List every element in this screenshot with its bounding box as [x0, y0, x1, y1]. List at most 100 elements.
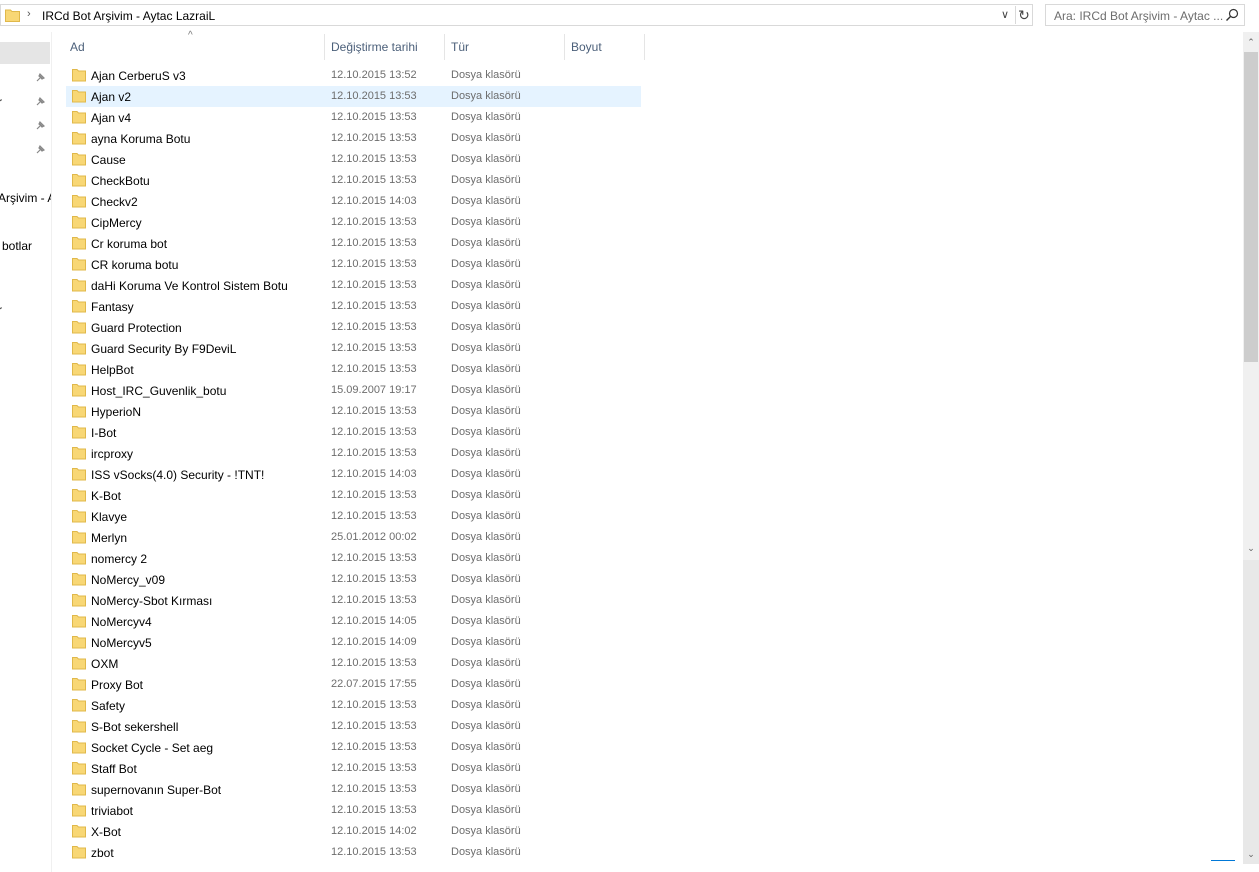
file-name[interactable]: nomercy 2 [91, 552, 147, 566]
nav-item-label[interactable]: Arşivim - A [0, 191, 51, 205]
file-row[interactable]: S-Bot sekershell 12.10.2015 13:53 Dosya kl… [66, 716, 641, 737]
file-row[interactable]: ircproxy 12.10.2015 13:53 Dosya klasörü [66, 443, 641, 464]
file-row[interactable]: ISS vSocks(4.0) Security - !TNT! 12.10.20… [66, 464, 641, 485]
file-row[interactable]: HyperioN 12.10.2015 13:53 Dosya klasörü [66, 401, 641, 422]
file-row[interactable]: NoMercy_v09 12.10.2015 13:53 Dosya klasörü [66, 569, 641, 590]
file-name[interactable]: Guard Protection [91, 321, 182, 335]
address-bar[interactable]: › IRCd Bot Arşivim - Aytac LazraiL ∨ ↻ [0, 4, 1033, 26]
file-name[interactable]: ayna Koruma Botu [91, 132, 190, 146]
file-name[interactable]: CR koruma botu [91, 258, 178, 272]
file-row[interactable]: Ajan v4 12.10.2015 13:53 Dosya klasörü [66, 107, 641, 128]
file-name[interactable]: NoMercy-Sbot Kırması [91, 594, 212, 608]
vertical-scrollbar[interactable]: ⌃ ⌄ ⌄ [1243, 32, 1259, 864]
file-name[interactable]: zbot [91, 846, 114, 860]
file-name[interactable]: NoMercyv4 [91, 615, 152, 629]
scroll-down-arrow-icon[interactable]: ⌄ [1243, 540, 1259, 556]
file-name[interactable]: K-Bot [91, 489, 121, 503]
file-name[interactable]: ircproxy [91, 447, 133, 461]
file-row[interactable]: Host_IRC_Guvenlik_botu 15.09.2007 19:17 Do… [66, 380, 641, 401]
file-name[interactable]: HelpBot [91, 363, 134, 377]
scrollbar-thumb[interactable] [1244, 52, 1258, 362]
file-name[interactable]: ISS vSocks(4.0) Security - !TNT! [91, 468, 264, 482]
file-name[interactable]: Checkv2 [91, 195, 138, 209]
scroll-down-arrow-icon[interactable]: ⌄ [1243, 846, 1259, 862]
file-row[interactable]: Merlyn 25.01.2012 00:02 Dosya klasörü [66, 527, 641, 548]
chevron-down-icon[interactable]: ∨ [997, 7, 1013, 23]
pin-icon[interactable] [34, 96, 46, 108]
file-name[interactable]: CipMercy [91, 216, 142, 230]
pin-icon[interactable] [34, 144, 46, 156]
file-name[interactable]: Guard Security By F9DeviL [91, 342, 236, 356]
file-name[interactable]: Merlyn [91, 531, 127, 545]
file-name[interactable]: Cause [91, 153, 126, 167]
column-header-type[interactable]: Tür [451, 40, 469, 54]
file-row[interactable]: Fantasy 12.10.2015 13:53 Dosya klasörü [66, 296, 641, 317]
search-placeholder[interactable]: Ara: IRCd Bot Arşivim - Aytac ... [1054, 9, 1223, 23]
file-row[interactable]: NoMercyv4 12.10.2015 14:05 Dosya klasörü [66, 611, 641, 632]
nav-item-label[interactable]: r [0, 303, 2, 317]
refresh-icon[interactable]: ↻ [1015, 6, 1032, 24]
file-row[interactable]: Checkv2 12.10.2015 14:03 Dosya klasörü [66, 191, 641, 212]
file-name[interactable]: Cr koruma bot [91, 237, 167, 251]
file-row[interactable]: daHi Koruma Ve Kontrol Sistem Botu 12.10.… [66, 275, 641, 296]
file-row[interactable]: Ajan v2 12.10.2015 13:53 Dosya klasörü [66, 86, 641, 107]
file-name[interactable]: Proxy Bot [91, 678, 143, 692]
file-name[interactable]: HyperioN [91, 405, 141, 419]
file-name[interactable]: triviabot [91, 804, 133, 818]
file-row[interactable]: Staff Bot 12.10.2015 13:53 Dosya klasörü [66, 758, 641, 779]
column-divider[interactable] [444, 34, 445, 60]
file-row[interactable]: I-Bot 12.10.2015 13:53 Dosya klasörü [66, 422, 641, 443]
column-header-date[interactable]: Değiştirme tarihi [331, 40, 418, 54]
column-divider[interactable] [564, 34, 565, 60]
pin-icon[interactable] [34, 72, 46, 84]
file-name[interactable]: NoMercyv5 [91, 636, 152, 650]
file-name[interactable]: NoMercy_v09 [91, 573, 165, 587]
file-row[interactable]: CheckBotu 12.10.2015 13:53 Dosya klasörü [66, 170, 641, 191]
file-name[interactable]: Ajan CerberuS v3 [91, 69, 186, 83]
column-header-size[interactable]: Boyut [571, 40, 602, 54]
file-row[interactable]: HelpBot 12.10.2015 13:53 Dosya klasörü [66, 359, 641, 380]
address-path[interactable]: IRCd Bot Arşivim - Aytac LazraiL [42, 9, 215, 23]
nav-item-selected[interactable] [0, 42, 50, 64]
pin-icon[interactable] [34, 120, 46, 132]
file-row[interactable]: Klavye 12.10.2015 13:53 Dosya klasörü [66, 506, 641, 527]
file-row[interactable]: zbot 12.10.2015 13:53 Dosya klasörü [66, 842, 641, 863]
column-divider[interactable] [644, 34, 645, 60]
file-name[interactable]: daHi Koruma Ve Kontrol Sistem Botu [91, 279, 288, 293]
search-icon[interactable] [1224, 7, 1240, 23]
file-row[interactable]: nomercy 2 12.10.2015 13:53 Dosya klasörü [66, 548, 641, 569]
chevron-right-icon[interactable]: › [27, 8, 31, 20]
file-row[interactable]: Proxy Bot 22.07.2015 17:55 Dosya klasörü [66, 674, 641, 695]
file-name[interactable]: CheckBotu [91, 174, 150, 188]
file-name[interactable]: OXM [91, 657, 118, 671]
file-row[interactable]: NoMercy-Sbot Kırması 12.10.2015 13:53 Dosy… [66, 590, 641, 611]
file-row[interactable]: triviabot 12.10.2015 13:53 Dosya klasörü [66, 800, 641, 821]
file-name[interactable]: S-Bot sekershell [91, 720, 178, 734]
file-row[interactable]: supernovanın Super-Bot 12.10.2015 13:53 Do… [66, 779, 641, 800]
file-name[interactable]: Ajan v2 [91, 90, 131, 104]
file-name[interactable]: Fantasy [91, 300, 134, 314]
file-name[interactable]: Socket Cycle - Set aeg [91, 741, 213, 755]
file-row[interactable]: Cause 12.10.2015 13:53 Dosya klasörü [66, 149, 641, 170]
file-row[interactable]: Ajan CerberuS v3 12.10.2015 13:52 Dosya kl… [66, 65, 641, 86]
file-name[interactable]: Staff Bot [91, 762, 137, 776]
search-input[interactable]: Ara: IRCd Bot Arşivim - Aytac ... [1045, 4, 1245, 26]
file-name[interactable]: I-Bot [91, 426, 116, 440]
file-row[interactable]: K-Bot 12.10.2015 13:53 Dosya klasörü [66, 485, 641, 506]
file-row[interactable]: NoMercyv5 12.10.2015 14:09 Dosya klasörü [66, 632, 641, 653]
file-row[interactable]: Socket Cycle - Set aeg 12.10.2015 13:53 Do… [66, 737, 641, 758]
file-name[interactable]: supernovanın Super-Bot [91, 783, 221, 797]
nav-item-label[interactable]: botlar [2, 239, 32, 253]
file-name[interactable]: Safety [91, 699, 125, 713]
file-row[interactable]: X-Bot 12.10.2015 14:02 Dosya klasörü [66, 821, 641, 842]
file-name[interactable]: Host_IRC_Guvenlik_botu [91, 384, 226, 398]
file-name[interactable]: Klavye [91, 510, 127, 524]
file-name[interactable]: X-Bot [91, 825, 121, 839]
file-row[interactable]: CipMercy 12.10.2015 13:53 Dosya klasörü [66, 212, 641, 233]
file-row[interactable]: CR koruma botu 12.10.2015 13:53 Dosya klas… [66, 254, 641, 275]
file-row[interactable]: ayna Koruma Botu 12.10.2015 13:53 Dosya kl… [66, 128, 641, 149]
column-divider[interactable] [324, 34, 325, 60]
column-header-name[interactable]: Ad [70, 40, 85, 54]
scroll-up-arrow-icon[interactable]: ⌃ [1243, 34, 1259, 50]
file-row[interactable]: Cr koruma bot 12.10.2015 13:53 Dosya klasö… [66, 233, 641, 254]
